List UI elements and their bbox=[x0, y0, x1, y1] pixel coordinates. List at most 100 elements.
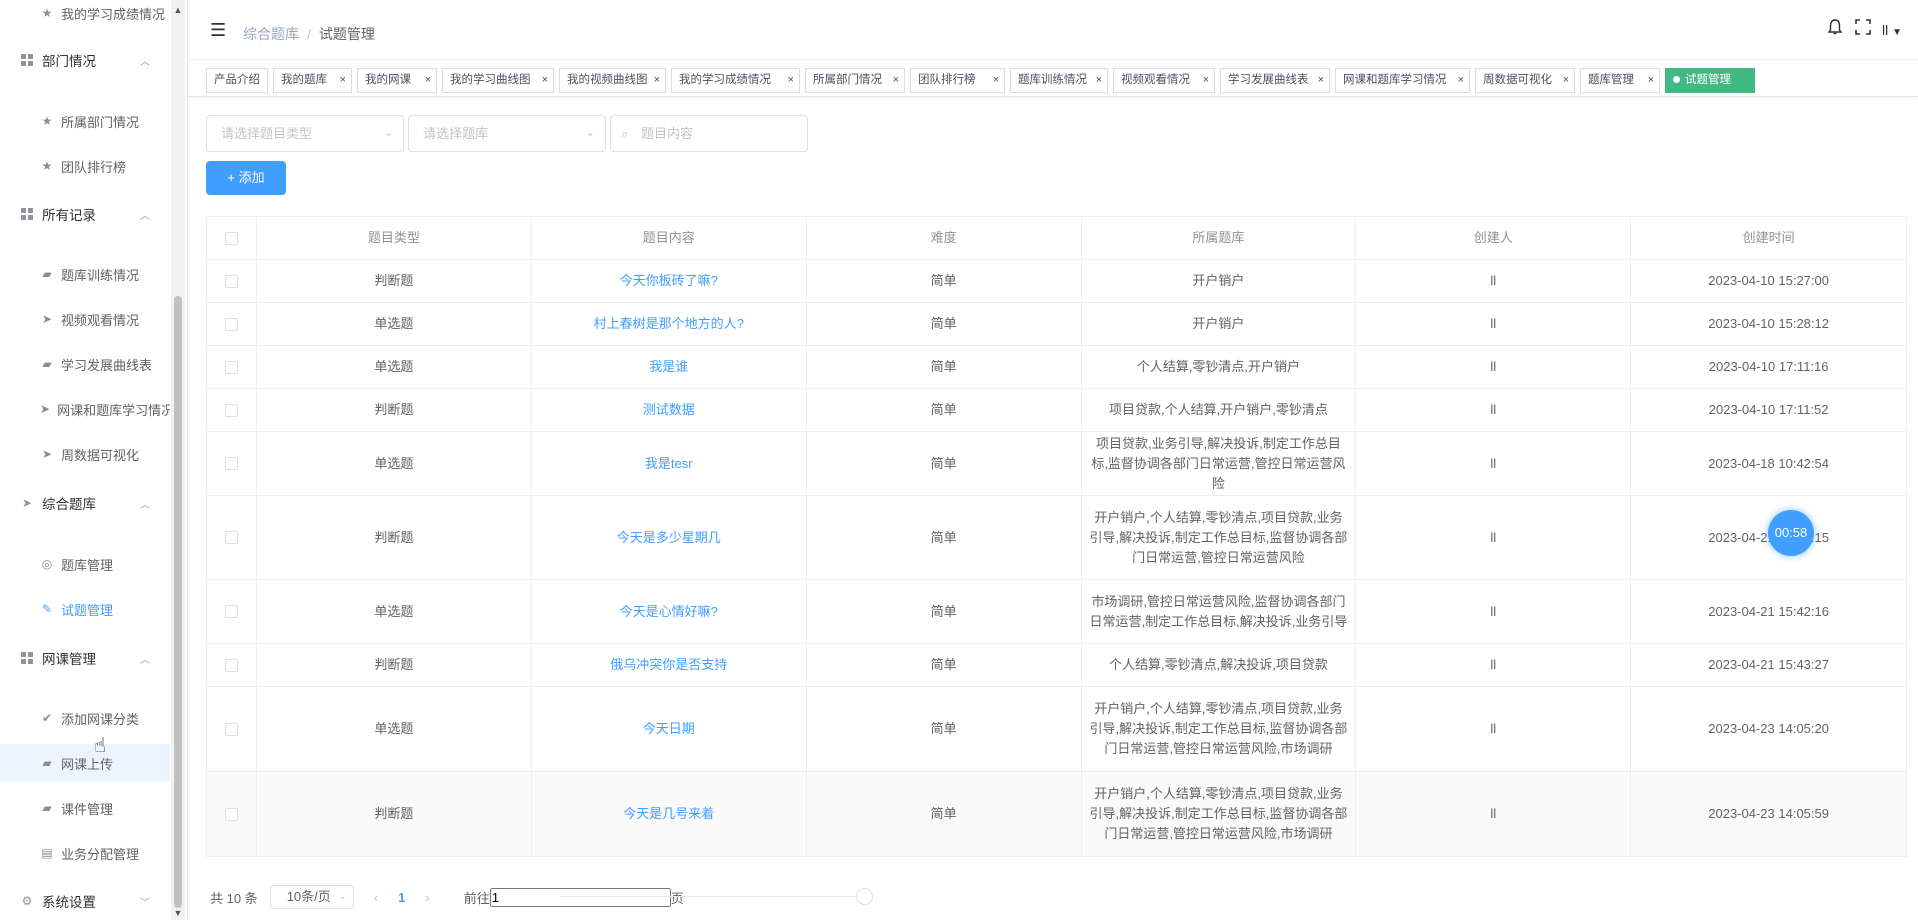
slider-knob[interactable] bbox=[856, 888, 873, 905]
sidebar-group-18[interactable]: ⚙ 系统设置 ﹀ bbox=[0, 882, 170, 920]
close-icon[interactable]: × bbox=[1318, 69, 1324, 92]
tab-tag-11[interactable]: 网课和题库学习情况 × bbox=[1335, 68, 1470, 93]
sidebar-item-11[interactable]: ◎ 题库管理 bbox=[0, 545, 170, 583]
close-icon[interactable]: × bbox=[788, 69, 794, 92]
sidebar-item-8[interactable]: ➤ 网课和题库学习情况 bbox=[0, 390, 170, 428]
tab-tag-6[interactable]: 所属部门情况 × bbox=[805, 68, 905, 93]
question-type-select[interactable]: 请选择题目类型 ⌄ bbox=[206, 115, 404, 152]
row-checkbox[interactable] bbox=[224, 722, 238, 736]
sidebar-item-3[interactable]: ★ 团队排行榜 bbox=[0, 147, 170, 185]
cell-creator: ll bbox=[1356, 644, 1632, 686]
tab-tag-4[interactable]: 我的视频曲线图 × bbox=[559, 68, 666, 93]
tab-tag-1[interactable]: 我的题库 × bbox=[273, 68, 352, 93]
table-row[interactable]: 判断题 今天是几号来着 简单 开户销户,个人结算,零钞清点,项目贷款,业务引导,解决投… bbox=[207, 772, 1908, 857]
row-checkbox[interactable] bbox=[224, 274, 238, 288]
sidebar-group-10[interactable]: ➤ 综合题库 ︿ bbox=[0, 484, 170, 522]
table-row[interactable]: 单选题 我是tesr 简单 项目贷款,业务引导,解决投诉,制定工作总目标,监督协调各部… bbox=[207, 432, 1908, 496]
tab-tag-2[interactable]: 我的网课 × bbox=[357, 68, 437, 93]
row-checkbox[interactable] bbox=[224, 658, 238, 672]
row-checkbox[interactable] bbox=[224, 317, 238, 331]
cell-text-content[interactable]: 今天是心情好嘛? bbox=[620, 602, 718, 622]
scroll-up-arrow-icon[interactable]: ▲ bbox=[171, 3, 185, 17]
fullscreen-icon[interactable] bbox=[1854, 18, 1872, 41]
cell-text-content[interactable]: 村上春树是那个地方的人? bbox=[594, 314, 744, 334]
sidebar-group-4[interactable]: 所有记录 ︿ bbox=[0, 195, 170, 233]
close-icon[interactable]: × bbox=[425, 69, 431, 92]
bell-icon[interactable] bbox=[1826, 18, 1844, 41]
close-icon[interactable]: × bbox=[654, 69, 660, 92]
goto-page-input[interactable] bbox=[489, 887, 671, 907]
table-row[interactable]: 单选题 村上春树是那个地方的人? 简单 开户销户 ll 2023-04-10 15:28:… bbox=[207, 303, 1908, 346]
sidebar-item-2[interactable]: ★ 所属部门情况 bbox=[0, 102, 170, 140]
close-icon[interactable]: × bbox=[340, 69, 346, 92]
sidebar-item-15[interactable]: ▰ 网课上传 bbox=[0, 744, 170, 782]
cell-text-content[interactable]: 今天是几号来着 bbox=[623, 804, 714, 824]
question-bank-select[interactable]: 请选择题库 ⌄ bbox=[408, 115, 606, 152]
row-select-cell bbox=[207, 346, 257, 388]
page-number-current[interactable]: 1 bbox=[398, 890, 405, 905]
table-row[interactable]: 单选题 今天是心情好嘛? 简单 市场调研,管控日常运营风险,监督协调各部门日常运营,制… bbox=[207, 580, 1908, 644]
sidebar-item-9[interactable]: ➤ 周数据可视化 bbox=[0, 435, 170, 473]
tab-tag-9[interactable]: 视频观看情况 × bbox=[1113, 68, 1215, 93]
tab-tag-5[interactable]: 我的学习成绩情况 × bbox=[671, 68, 800, 93]
sidebar-scrollbar[interactable]: ▲ ▼ bbox=[171, 0, 185, 920]
sidebar-item-7[interactable]: ▰ 学习发展曲线表 bbox=[0, 345, 170, 383]
table-row[interactable]: 判断题 俄乌冲突你是否支持 简单 个人结算,零钞清点,解决投诉,项目贷款 ll 2023-… bbox=[207, 644, 1908, 687]
table-row[interactable]: 判断题 今天是多少星期几 简单 开户销户,个人结算,零钞清点,项目贷款,业务引导,解决… bbox=[207, 496, 1908, 580]
sidebar-group-13[interactable]: 网课管理 ︿ bbox=[0, 639, 170, 677]
close-icon[interactable]: × bbox=[1203, 69, 1209, 92]
timer-bubble[interactable]: 00:58 bbox=[1768, 510, 1814, 556]
page-size-select[interactable]: 10条/页 ⌄ bbox=[269, 885, 354, 909]
cell-text-content[interactable]: 今天是多少星期几 bbox=[617, 528, 721, 548]
user-menu[interactable]: ll ▼ bbox=[1882, 22, 1902, 38]
sidebar-item-16[interactable]: ▰ 课件管理 bbox=[0, 789, 170, 827]
cell-text-content[interactable]: 俄乌冲突你是否支持 bbox=[610, 655, 727, 675]
row-checkbox[interactable] bbox=[224, 531, 238, 544]
cell-text-content[interactable]: 今天你板砖了嘛? bbox=[620, 271, 718, 291]
sidebar-item-6[interactable]: ➤ 视频观看情况 bbox=[0, 300, 170, 338]
close-icon[interactable]: × bbox=[1648, 69, 1654, 92]
close-icon[interactable]: × bbox=[1563, 69, 1569, 92]
close-icon[interactable]: × bbox=[542, 69, 548, 92]
prev-page-icon[interactable]: ‹ bbox=[374, 890, 378, 905]
tab-tag-10[interactable]: 学习发展曲线表 × bbox=[1220, 68, 1330, 93]
select-all-checkbox[interactable] bbox=[224, 231, 238, 245]
tab-tag-3[interactable]: 我的学习曲线图 × bbox=[442, 68, 554, 93]
sidebar-item-17[interactable]: ▤ 业务分配管理 bbox=[0, 834, 170, 872]
sidebar-group-1[interactable]: 部门情况 ︿ bbox=[0, 41, 170, 79]
next-page-icon[interactable]: › bbox=[425, 890, 429, 905]
row-checkbox[interactable] bbox=[224, 807, 238, 821]
breadcrumb-item-parent[interactable]: 综合题库 bbox=[243, 26, 299, 42]
close-icon[interactable]: × bbox=[1458, 69, 1464, 92]
tab-tag-12[interactable]: 周数据可视化 × bbox=[1475, 68, 1575, 93]
sidebar-item-0[interactable]: ★ 我的学习成绩情况 bbox=[0, 0, 170, 32]
hamburger-icon[interactable]: ☰ bbox=[210, 20, 226, 41]
scrollbar-thumb[interactable] bbox=[174, 296, 182, 908]
table-row[interactable]: 判断题 测试数据 简单 项目贷款,个人结算,开户销户,零钞清点 ll 2023-04-10… bbox=[207, 389, 1908, 432]
tab-tag-13[interactable]: 题库管理 × bbox=[1580, 68, 1660, 93]
sidebar-item-12[interactable]: ✎ 试题管理 bbox=[0, 590, 170, 628]
tab-tag-0[interactable]: 产品介绍 bbox=[206, 68, 268, 93]
table-row[interactable]: 单选题 今天日期 简单 开户销户,个人结算,零钞清点,项目贷款,业务引导,解决投诉,制… bbox=[207, 687, 1908, 772]
add-button[interactable]: + 添加 bbox=[206, 161, 286, 195]
close-icon[interactable]: × bbox=[893, 69, 899, 92]
sidebar-item-5[interactable]: ▰ 题库训练情况 bbox=[0, 255, 170, 293]
cell-text-content[interactable]: 今天日期 bbox=[643, 719, 695, 739]
close-icon[interactable]: × bbox=[993, 69, 999, 92]
row-checkbox[interactable] bbox=[224, 457, 238, 470]
sidebar-item-14[interactable]: ✔ 添加网课分类 bbox=[0, 699, 170, 737]
cell-text-content[interactable]: 我是tesr bbox=[645, 454, 693, 474]
scroll-down-arrow-icon[interactable]: ▼ bbox=[171, 906, 185, 920]
table-row[interactable]: 单选题 我是谁 简单 个人结算,零钞清点,开户销户 ll 2023-04-10 17:11… bbox=[207, 346, 1908, 389]
question-content-search[interactable]: ⌕ 题目内容 bbox=[610, 115, 808, 152]
tab-tag-8[interactable]: 题库训练情况 × bbox=[1010, 68, 1108, 93]
close-icon[interactable]: × bbox=[1096, 69, 1102, 92]
tab-tag-7[interactable]: 团队排行榜 × bbox=[910, 68, 1005, 93]
tab-tag-14[interactable]: 试题管理 bbox=[1665, 68, 1755, 93]
cell-text-content[interactable]: 我是谁 bbox=[649, 357, 688, 377]
row-checkbox[interactable] bbox=[224, 403, 238, 417]
cell-text-content[interactable]: 测试数据 bbox=[643, 400, 695, 420]
row-checkbox[interactable] bbox=[224, 360, 238, 374]
table-row[interactable]: 判断题 今天你板砖了嘛? 简单 开户销户 ll 2023-04-10 15:27:00 bbox=[207, 260, 1908, 303]
row-checkbox[interactable] bbox=[224, 605, 238, 618]
